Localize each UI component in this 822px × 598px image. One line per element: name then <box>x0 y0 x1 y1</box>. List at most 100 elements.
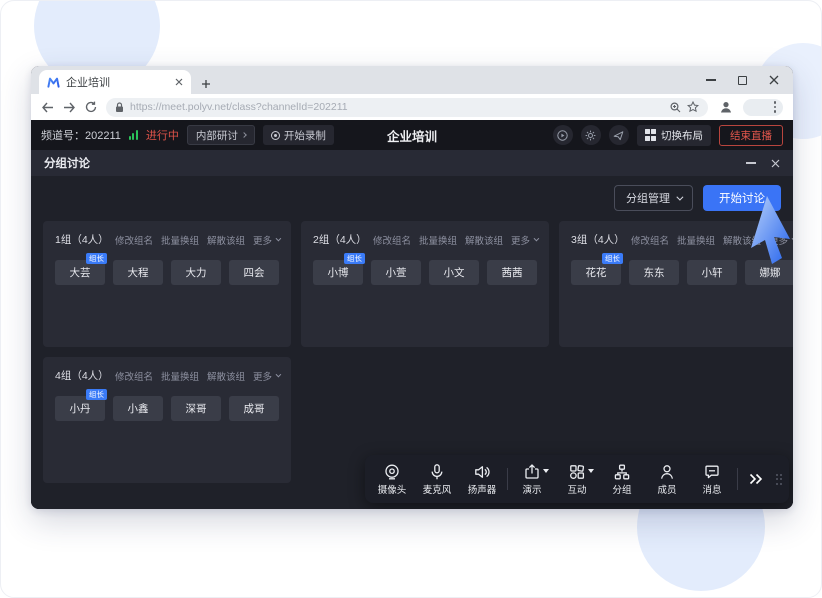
batch-move-link[interactable]: 批量换组 <box>419 233 457 247</box>
start-record-button[interactable]: 开始录制 <box>263 125 334 145</box>
member-chip[interactable]: 深哥 <box>171 396 221 421</box>
microphone-button[interactable]: 麦克风 <box>415 463 460 496</box>
batch-move-link[interactable]: 批量换组 <box>677 233 715 247</box>
browser-menu-button[interactable] <box>743 99 783 116</box>
messages-button[interactable]: 消息 <box>690 463 735 496</box>
browser-window: 企业培训 <box>31 66 793 509</box>
rename-group-link[interactable]: 修改组名 <box>631 233 669 247</box>
window-minimize-icon[interactable] <box>706 79 716 81</box>
group-title: 1组（4人） <box>55 232 109 247</box>
chevron-down-icon <box>676 193 683 200</box>
disband-group-link[interactable]: 解散该组 <box>465 233 503 247</box>
window-controls <box>706 66 779 94</box>
group-grid: 1组（4人） 修改组名 批量换组 解散该组 更多 大芸组长 大程 <box>43 221 781 483</box>
window-close-icon[interactable] <box>769 75 779 85</box>
meeting-top-bar: 频道号：202211 进行中 内部研讨 开始录制 企业培训 <box>31 120 793 150</box>
tab-strip: 企业培训 <box>31 66 793 94</box>
member-chip[interactable]: 成哥 <box>229 396 279 421</box>
mic-icon <box>428 463 446 481</box>
breakout-panel-header: 分组讨论 <box>31 150 793 176</box>
more-link[interactable]: 更多 <box>511 233 537 247</box>
member-chip[interactable]: 小博组长 <box>313 260 363 285</box>
disband-group-link[interactable]: 解散该组 <box>207 369 245 383</box>
member-chip[interactable]: 东东 <box>629 260 679 285</box>
member-chip[interactable]: 四会 <box>229 260 279 285</box>
drag-handle-icon[interactable] <box>776 474 783 485</box>
share-pen-icon[interactable] <box>609 125 629 145</box>
bookmark-star-icon[interactable] <box>687 101 699 113</box>
member-chip[interactable]: 小萱 <box>371 260 421 285</box>
switch-layout-button[interactable]: 切换布局 <box>637 125 712 146</box>
zoom-icon[interactable] <box>670 102 681 113</box>
leader-badge: 组长 <box>344 253 365 264</box>
person-icon <box>658 463 676 481</box>
org-chart-icon <box>613 463 631 481</box>
window-maximize-icon[interactable] <box>738 76 747 85</box>
dropdown-triangle-icon <box>543 469 549 473</box>
playback-icon[interactable] <box>553 125 573 145</box>
record-icon <box>271 131 280 140</box>
layout-grid-icon <box>645 129 657 141</box>
breakout-panel: 分组讨论 分组管理 开始讨论 <box>31 150 793 509</box>
browser-tab[interactable]: 企业培训 <box>39 70 191 94</box>
member-chip[interactable]: 大力 <box>171 260 221 285</box>
meeting-title: 企业培训 <box>387 126 437 145</box>
seminar-mode-button[interactable]: 内部研讨 <box>187 125 255 145</box>
member-chip[interactable]: 小鑫 <box>113 396 163 421</box>
forward-icon[interactable] <box>63 102 76 113</box>
leader-badge: 组长 <box>86 253 107 264</box>
rename-group-link[interactable]: 修改组名 <box>115 369 153 383</box>
address-bar-row: https://meet.polyv.net/class?channelId=2… <box>31 94 793 120</box>
member-chip[interactable]: 大程 <box>113 260 163 285</box>
present-button[interactable]: 演示 <box>510 463 555 496</box>
panel-close-icon[interactable] <box>771 159 780 168</box>
chat-bubble-icon <box>703 463 721 481</box>
start-discussion-button[interactable]: 开始讨论 <box>703 185 781 211</box>
disband-group-link[interactable]: 解散该组 <box>207 233 245 247</box>
grouping-button[interactable]: 分组 <box>600 463 645 496</box>
more-link[interactable]: 更多 <box>253 369 279 383</box>
tab-close-icon[interactable] <box>175 78 183 86</box>
member-chip[interactable]: 小文 <box>429 260 479 285</box>
collapse-toolbar-button[interactable] <box>740 472 772 486</box>
member-chip[interactable]: 花花组长 <box>571 260 621 285</box>
webcam-icon <box>383 463 401 481</box>
panel-minimize-icon[interactable] <box>746 162 756 163</box>
disband-group-link[interactable]: 解散该组 <box>723 233 761 247</box>
members-button[interactable]: 成员 <box>645 463 690 496</box>
dropdown-triangle-icon <box>588 469 594 473</box>
batch-move-link[interactable]: 批量换组 <box>161 369 199 383</box>
back-icon[interactable] <box>41 102 54 113</box>
camera-button[interactable]: 摄像头 <box>370 463 415 496</box>
chevron-down-icon <box>276 371 282 377</box>
member-chip[interactable]: 茜茜 <box>487 260 537 285</box>
interaction-button[interactable]: 互动 <box>555 463 600 496</box>
member-chip[interactable]: 小丹组长 <box>55 396 105 421</box>
group-title: 4组（4人） <box>55 368 109 383</box>
rename-group-link[interactable]: 修改组名 <box>115 233 153 247</box>
group-card: 3组（4人） 修改组名 批量换组 解散该组 更多 花花组长 东东 <box>559 221 793 347</box>
group-manage-button[interactable]: 分组管理 <box>614 185 693 211</box>
breakout-panel-body: 分组管理 开始讨论 1组（4人） 修改组名 批量换组 <box>31 176 793 483</box>
chevron-right-icon <box>241 132 247 138</box>
group-card: 4组（4人） 修改组名 批量换组 解散该组 更多 小丹组长 小鑫 <box>43 357 291 483</box>
more-link[interactable]: 更多 <box>769 233 793 247</box>
chevron-down-icon <box>792 235 793 241</box>
url-text: https://meet.polyv.net/class?channelId=2… <box>130 101 664 113</box>
reload-icon[interactable] <box>85 101 97 113</box>
chevron-down-icon <box>276 235 282 241</box>
profile-avatar[interactable] <box>717 99 734 116</box>
leader-badge: 组长 <box>86 389 107 400</box>
member-chip[interactable]: 小轩 <box>687 260 737 285</box>
channel-number-label: 频道号：202211 <box>41 127 121 143</box>
settings-gear-icon[interactable] <box>581 125 601 145</box>
address-bar[interactable]: https://meet.polyv.net/class?channelId=2… <box>106 98 708 117</box>
end-live-button[interactable]: 结束直播 <box>719 125 783 146</box>
rename-group-link[interactable]: 修改组名 <box>373 233 411 247</box>
speaker-button[interactable]: 扬声器 <box>460 463 505 496</box>
more-link[interactable]: 更多 <box>253 233 279 247</box>
member-chip[interactable]: 大芸组长 <box>55 260 105 285</box>
batch-move-link[interactable]: 批量换组 <box>161 233 199 247</box>
new-tab-button[interactable] <box>201 79 211 89</box>
member-chip[interactable]: 娜娜 <box>745 260 793 285</box>
